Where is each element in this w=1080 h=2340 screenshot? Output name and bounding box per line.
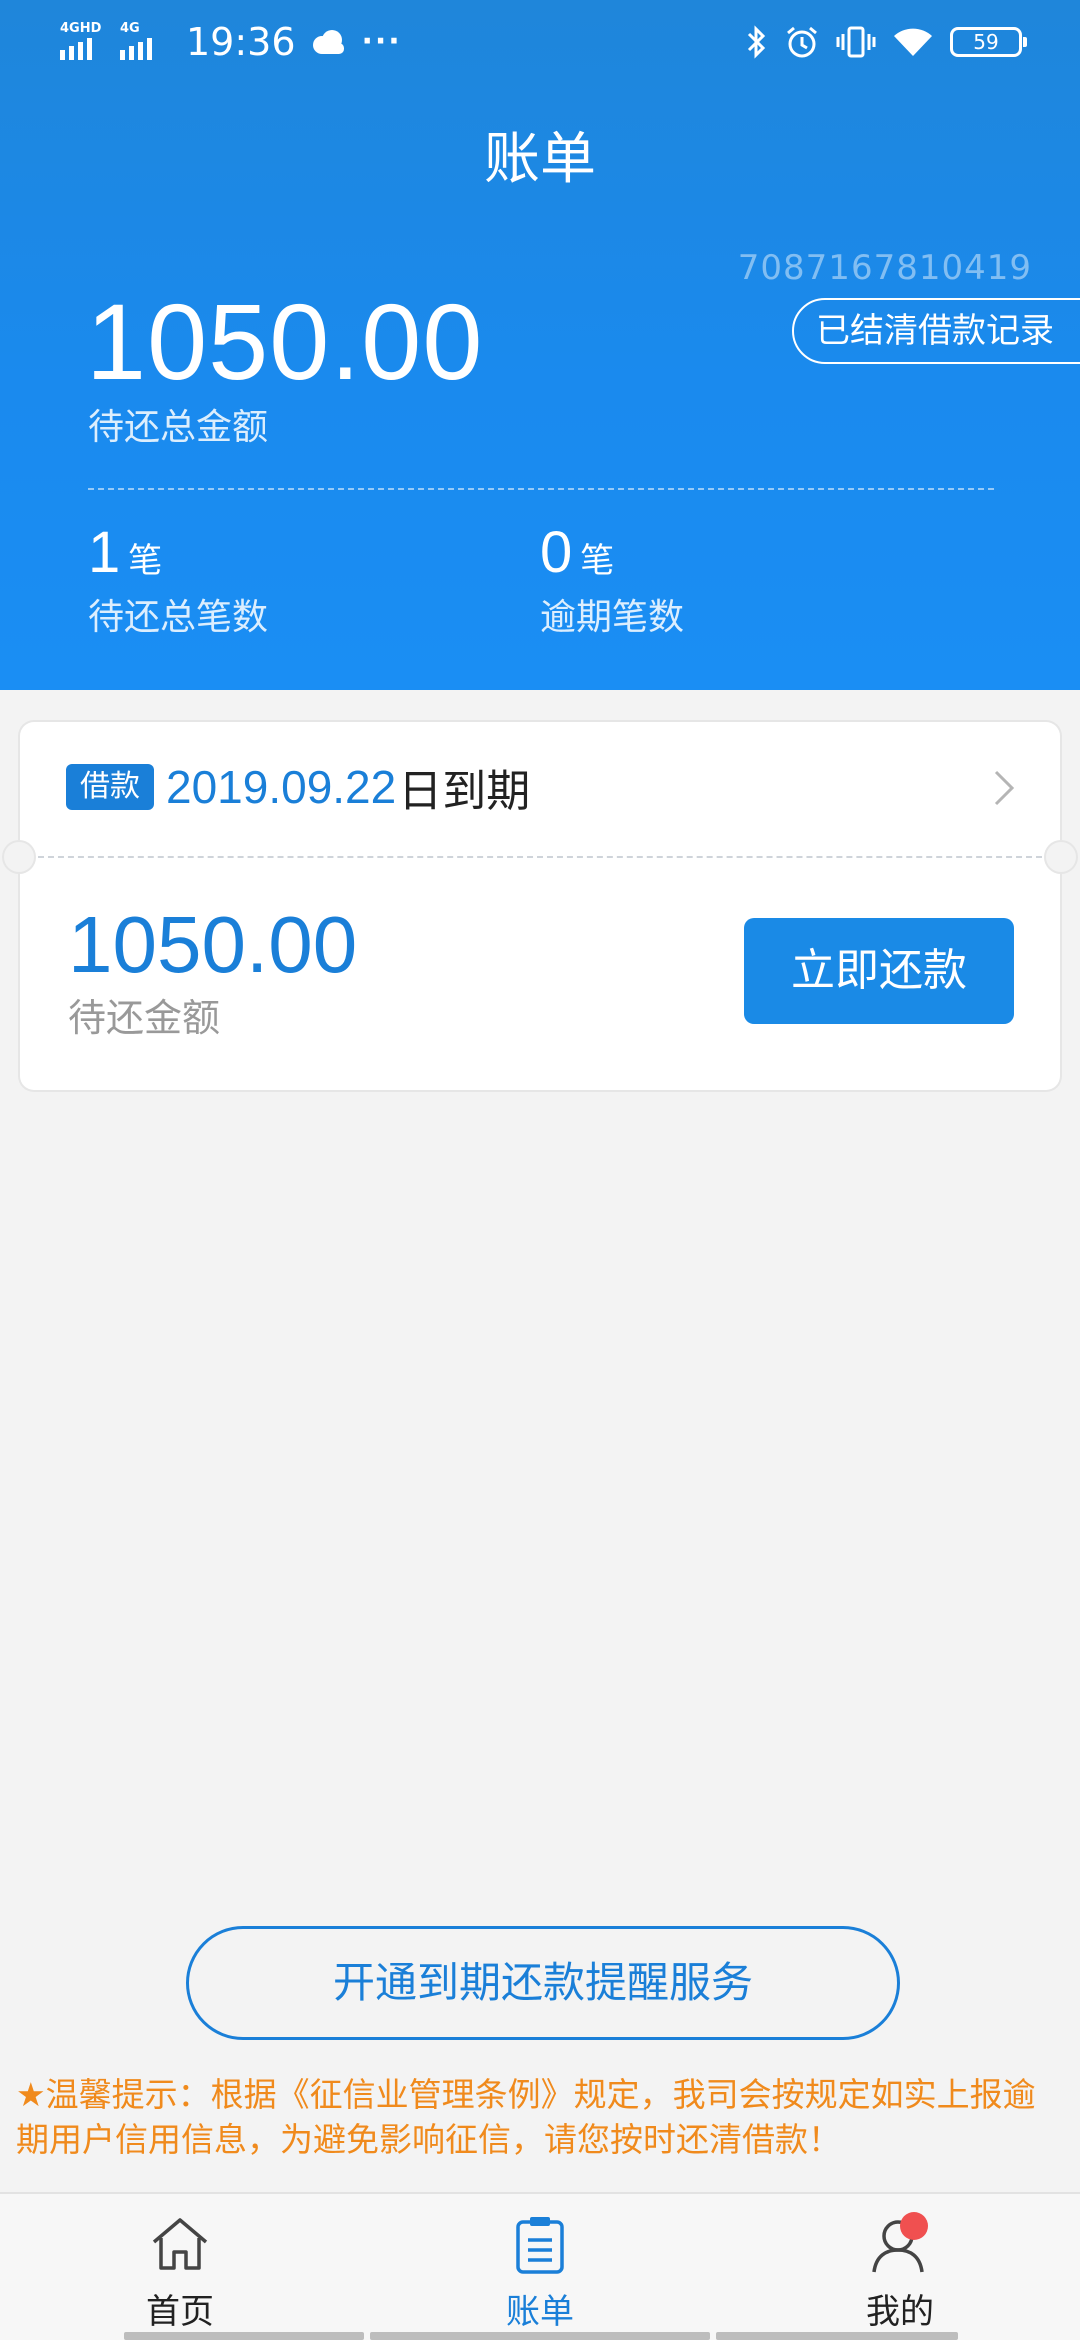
nav-item-home[interactable]: 首页	[0, 2194, 360, 2340]
vibrate-icon	[836, 26, 876, 58]
overdue-count-unit: 笔	[580, 541, 615, 581]
weather-cloud-icon	[312, 30, 344, 54]
status-right: 59	[746, 18, 1027, 66]
card-notch-left	[2, 840, 36, 874]
due-count-value: 1	[88, 520, 121, 585]
nav-label-home: 首页	[146, 2292, 214, 2332]
account-id: 7087167810419	[737, 248, 1032, 288]
notification-dot	[900, 2212, 928, 2240]
bill-due-suffix: 日到期	[398, 766, 531, 817]
settled-loans-record-button[interactable]: 已结清借款记录	[792, 298, 1080, 364]
header-divider	[88, 488, 994, 490]
signal-4ghd-icon: 4GHD	[60, 22, 112, 62]
nav-item-mine[interactable]: 我的	[720, 2194, 1080, 2340]
gesture-bar	[0, 2332, 1080, 2340]
bill-due-date: 2019.09.22	[166, 761, 397, 813]
nav-item-bill[interactable]: 账单	[360, 2194, 720, 2340]
overdue-count-value: 0	[540, 520, 573, 585]
repay-now-button[interactable]: 立即还款	[744, 918, 1014, 1024]
bottom-nav: 首页 账单 我的	[0, 2192, 1080, 2340]
due-count-label: 待还总笔数	[88, 597, 269, 638]
bill-header: 4GHD 4G 19:36 ··· 59 账单 7087167810419 已结…	[0, 0, 1080, 690]
card-notch-right	[1044, 840, 1078, 874]
battery-level: 59	[973, 30, 999, 54]
bill-amount: 1050.00	[68, 900, 358, 989]
nav-label-bill: 账单	[506, 2292, 574, 2332]
bill-card: 借款 2019.09.22 日到期 1050.00 待还金额 立即还款	[2, 722, 1078, 1090]
wifi-icon	[894, 28, 932, 56]
bill-amount-label: 待还金额	[68, 996, 221, 1040]
network-type-2: 4G	[120, 21, 140, 36]
total-due-amount: 1050.00	[86, 281, 484, 402]
card-divider	[38, 856, 1042, 858]
bluetooth-icon	[747, 25, 766, 59]
total-due-label: 待还总金额	[88, 407, 269, 448]
signal-4g-icon: 4G	[120, 22, 172, 62]
bill-due-row[interactable]: 借款 2019.09.22 日到期	[66, 752, 530, 822]
status-time: 19:36	[186, 20, 296, 64]
enable-reminder-button[interactable]: 开通到期还款提醒服务	[186, 1926, 900, 2040]
due-count-unit: 笔	[128, 541, 163, 581]
battery-icon: 59	[950, 27, 1027, 57]
page-title: 账单	[484, 127, 596, 192]
status-bar: 4GHD 4G 19:36 ··· 59	[0, 0, 1080, 84]
overdue-count-stat: 0笔 逾期笔数	[540, 520, 684, 642]
status-left: 4GHD 4G 19:36 ···	[60, 18, 402, 66]
status-more-icon: ···	[361, 24, 402, 59]
chevron-right-icon[interactable]	[990, 768, 1018, 808]
loan-badge: 借款	[66, 764, 154, 810]
nav-label-mine: 我的	[866, 2292, 934, 2332]
home-icon	[152, 2218, 208, 2270]
due-count-stat: 1笔 待还总笔数	[88, 520, 268, 642]
bill-clipboard-icon	[516, 2217, 564, 2274]
network-type-1: 4GHD	[60, 21, 102, 36]
alarm-icon	[787, 26, 817, 58]
warm-tips-text: ★温馨提示：根据《征信业管理条例》规定，我司会按规定如实上报逾期用户信用信息，为…	[16, 2075, 1036, 2159]
overdue-count-label: 逾期笔数	[540, 597, 685, 638]
